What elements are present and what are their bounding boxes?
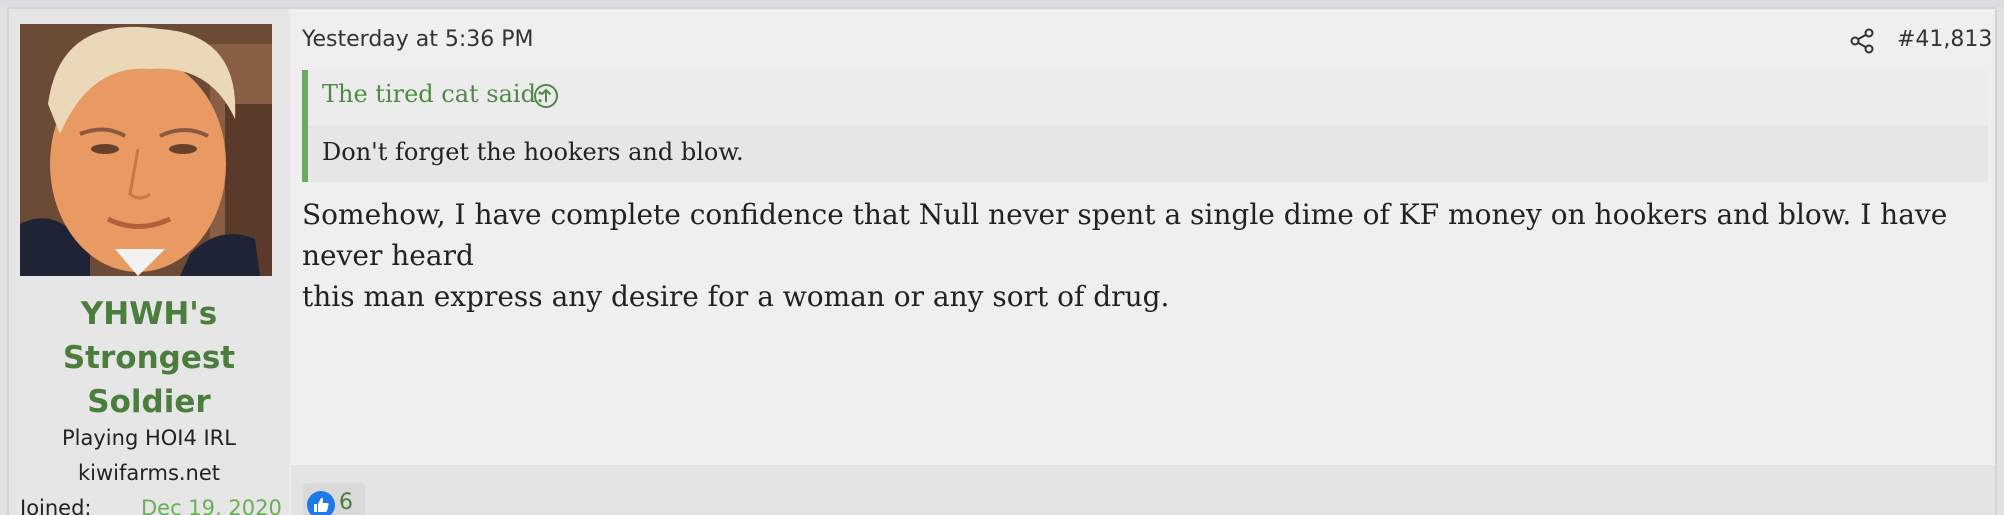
avatar[interactable]: [20, 24, 272, 276]
user-title: Playing HOI4 IRL: [62, 426, 236, 450]
top-band: [0, 0, 2004, 7]
joined-label: Joined:: [20, 496, 92, 515]
share-icon[interactable]: [1849, 28, 1875, 54]
reaction-summary[interactable]: 6: [303, 483, 365, 515]
post-timestamp[interactable]: Yesterday at 5:36 PM: [302, 27, 534, 52]
joined-date: Dec 19, 2020: [141, 496, 282, 515]
avatar-image: [20, 24, 272, 276]
username-line-1[interactable]: YHWH's: [9, 292, 289, 336]
reaction-count[interactable]: 6: [339, 490, 353, 515]
quote-body: Don't forget the hookers and blow.: [308, 126, 1988, 182]
post-main: Yesterday at 5:36 PM #41,813 The tired c…: [291, 9, 1995, 465]
quote-header: The tired cat said:: [308, 70, 1988, 126]
post-message: Somehow, I have complete confidence that…: [302, 194, 1992, 317]
circle-arrow-up-icon[interactable]: [533, 83, 559, 109]
thumbs-up-icon: [307, 491, 335, 515]
quote-text: Don't forget the hookers and blow.: [322, 138, 744, 166]
message-line-2: this man express any desire for a woman …: [302, 280, 1170, 313]
page: YHWH's Strongest Soldier Playing HOI4 IR…: [0, 0, 2004, 515]
username[interactable]: YHWH's Strongest Soldier: [9, 292, 289, 424]
post-number-link[interactable]: #41,813: [1897, 27, 1992, 52]
user-site: kiwifarms.net: [77, 461, 221, 485]
forum-post: YHWH's Strongest Soldier Playing HOI4 IR…: [7, 7, 1997, 515]
quote-block: The tired cat said: Don't forget the hoo…: [302, 70, 1988, 182]
quote-author-link[interactable]: The tired cat said:: [322, 80, 544, 108]
username-line-3[interactable]: Soldier: [9, 380, 289, 424]
reaction-bar: 6: [291, 465, 1995, 515]
username-line-2[interactable]: Strongest: [9, 336, 289, 380]
user-pane: YHWH's Strongest Soldier Playing HOI4 IR…: [9, 9, 289, 515]
message-line-1: Somehow, I have complete confidence that…: [302, 198, 1948, 272]
